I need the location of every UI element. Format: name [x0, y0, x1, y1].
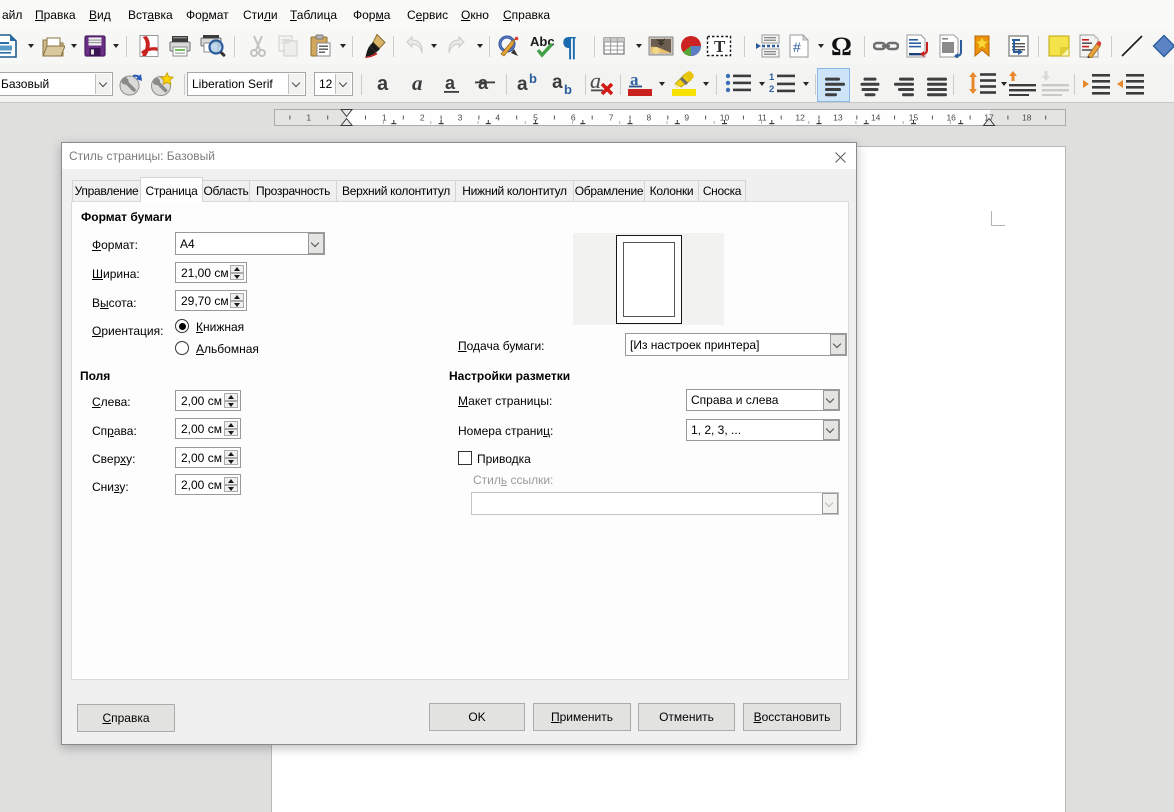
- svg-text:4: 4: [495, 113, 500, 123]
- svg-text:1: 1: [306, 113, 311, 123]
- svg-text:8: 8: [647, 113, 652, 123]
- svg-text:b: b: [529, 71, 537, 86]
- svg-text:b: b: [564, 82, 572, 96]
- svg-text:1: 1: [769, 72, 775, 83]
- svg-text:12: 12: [795, 113, 805, 123]
- svg-text:9: 9: [684, 113, 689, 123]
- svg-text:6: 6: [571, 113, 576, 123]
- svg-text:14: 14: [871, 113, 881, 123]
- svg-text:a: a: [412, 71, 423, 95]
- svg-text:2: 2: [420, 113, 425, 123]
- svg-text:Ω: Ω: [831, 33, 852, 59]
- svg-text:11: 11: [758, 113, 767, 123]
- svg-text:a: a: [377, 73, 389, 95]
- svg-text:16: 16: [946, 113, 956, 123]
- svg-text:#: #: [793, 39, 801, 55]
- svg-text:a: a: [517, 74, 528, 95]
- svg-text:a: a: [552, 72, 563, 93]
- svg-text:1: 1: [382, 113, 387, 123]
- svg-text:13: 13: [833, 113, 843, 123]
- svg-text:18: 18: [1022, 113, 1032, 123]
- svg-text:a: a: [445, 73, 456, 93]
- svg-text:3: 3: [458, 113, 463, 123]
- svg-text:T: T: [714, 37, 726, 56]
- svg-text:7: 7: [609, 113, 614, 123]
- svg-text:¶: ¶: [562, 32, 577, 60]
- svg-text:2: 2: [769, 84, 774, 95]
